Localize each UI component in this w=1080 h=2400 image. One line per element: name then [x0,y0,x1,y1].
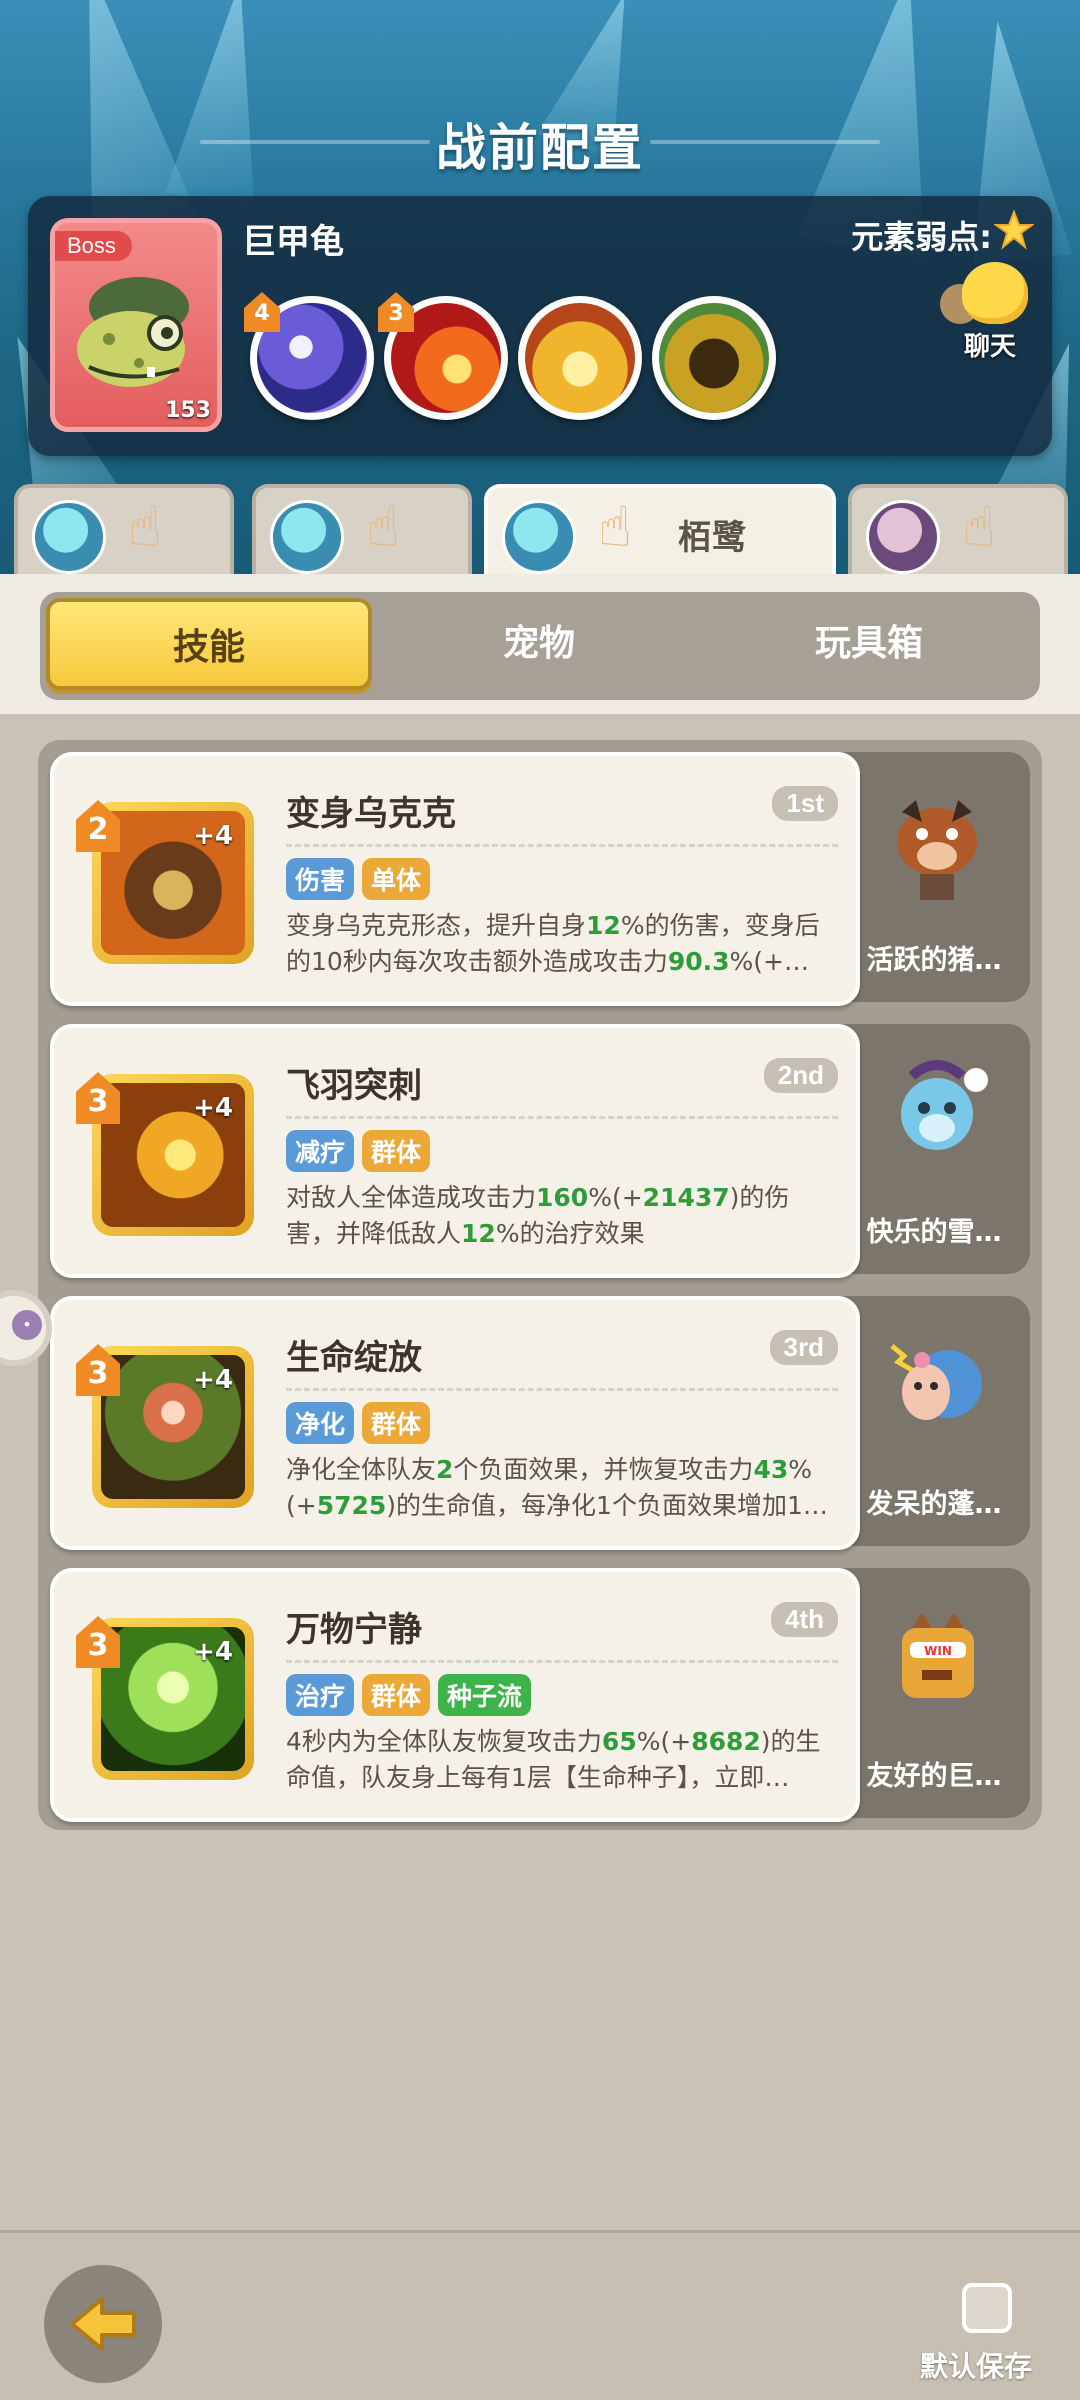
hero-name: 栢鹭 [678,518,746,558]
boss-skill-vortex[interactable]: 4 [244,292,374,420]
hero-avatar [866,500,940,574]
boss-tag: Boss [55,231,132,261]
back-arrow-icon [70,2297,136,2351]
pet-slot-2[interactable]: 快乐的雪… [838,1024,1030,1274]
skill-name: 生命绽放 [286,1338,422,1378]
boss-skill-level: 4 [244,292,280,332]
chat-button[interactable]: 聊天 [930,258,1050,368]
pet-name: 友好的巨… [866,1761,1002,1792]
crown-spike-skill-icon [525,303,635,413]
pet-slot-3[interactable]: 发呆的蓬… [838,1296,1030,1546]
skill-rank: 2nd [763,1058,838,1093]
skill-name: 万物宁静 [286,1610,422,1650]
giant-pet-icon: WIN [902,1612,974,1698]
tranquility-skill-icon: +4 [101,1627,245,1771]
skill-tag: 伤害 [286,858,355,900]
smiley-icon [962,262,1028,324]
skill-tag: 治疗 [286,1674,355,1716]
divider [286,844,838,847]
pet-name: 快乐的雪… [866,1217,1002,1248]
pet-name: 活跃的猪… [866,945,1002,976]
pointing-hand-icon: ☝ [128,495,163,560]
pointing-hand-icon: ☝ [366,495,401,560]
skill-description: 对敌人全体造成攻击力160%(+21437)的伤害，并降低敌人12%的治疗效果 [286,1183,790,1248]
boss-level: 153 [165,398,211,423]
pet-slot-4[interactable]: WIN 友好的巨… [838,1568,1030,1818]
boss-panel: Boss 153 巨甲龟 元素弱点: 4 3 [28,196,1052,456]
skill-card-4[interactable]: +4 3 万物宁静 4th 治疗 群体 种子流 4秒内为全体队友恢复攻击力65%… [50,1568,860,1822]
skill-plus: +4 [193,1093,233,1123]
skill-rank: 1st [772,786,838,821]
hero-avatar [270,500,344,574]
skill-tag: 群体 [362,1674,431,1716]
boss-skill-level: 3 [378,292,414,332]
skill-tag: 净化 [286,1402,355,1444]
skill-plus: +4 [193,1365,233,1395]
owl-transform-skill-icon: +4 [101,811,245,955]
footer-bar: 默认保存 [0,2230,1080,2400]
hero-tab-4[interactable]: ☝ [848,484,1068,574]
skill-description: 变身乌克克形态，提升自身12%的伤害，变身后的10秒内每次攻击额外造成攻击力90… [286,911,820,976]
tab-skills[interactable]: 技能 [46,598,372,690]
skill-card-1[interactable]: +4 2 变身乌克克 1st 伤害 单体 变身乌克克形态，提升自身12%的伤害，… [50,752,860,1006]
hero-tab-3[interactable]: ☝ 栢鹭 [484,484,836,574]
fluffy-pet-icon [890,1344,982,1420]
pet-slot-1[interactable]: 活跃的猪… [838,752,1030,1002]
skill-description: 4秒内为全体队友恢复攻击力65%(+8682)的生命值，队友身上每有1层【生命种… [286,1727,821,1792]
skill-rank: 3rd [769,1330,838,1365]
pointing-hand-icon: ☝ [598,495,633,560]
skill-tags: 净化 群体 [286,1402,431,1444]
chat-label: 聊天 [963,332,1016,362]
boss-skill-crown[interactable] [518,296,642,420]
divider [286,1388,838,1391]
star-icon [994,210,1034,250]
drawer-icon: • [12,1310,42,1340]
boss-skill-fire[interactable]: 3 [378,292,508,420]
weakness-label: 元素弱点: [851,218,992,256]
skill-plus: +4 [193,821,233,851]
default-save-checkbox[interactable] [962,2283,1012,2333]
boss-card[interactable]: Boss 153 [50,218,222,432]
skill-tags: 减疗 群体 [286,1130,431,1172]
skill-tag: 群体 [362,1402,431,1444]
skill-tag: 减疗 [286,1130,355,1172]
snow-pet-icon [901,1060,988,1150]
life-bloom-skill-icon: +4 [101,1355,245,1499]
skill-tag: 种子流 [438,1674,532,1716]
skill-tags: 伤害 单体 [286,858,431,900]
skill-tags: 治疗 群体 种子流 [286,1674,532,1716]
category-tabs: 技能 宠物 玩具箱 [40,592,1040,700]
feather-thrust-skill-icon: +4 [101,1083,245,1227]
skill-rank: 4th [771,1602,838,1637]
pointing-hand-icon: ☝ [962,495,997,560]
skill-tag: 群体 [362,1130,431,1172]
default-save-label: 默认保存 [920,2350,1033,2383]
hero-avatar [502,500,576,574]
dark-beast-skill-icon [659,303,769,413]
tab-toybox[interactable]: 玩具箱 [706,598,1032,690]
pet-name: 发呆的蓬… [866,1489,1002,1520]
skill-tag: 单体 [362,858,431,900]
hero-avatar [32,500,106,574]
skill-plus: +4 [193,1637,233,1667]
tab-pets[interactable]: 宠物 [376,598,702,690]
skill-card-3[interactable]: +4 3 生命绽放 3rd 净化 群体 净化全体队友2个负面效果，并恢复攻击力4… [50,1296,860,1550]
pig-pet-icon [897,800,977,900]
skill-list: 活跃的猪… +4 2 变身乌克克 1st 伤害 单体 变身乌克克形态，提升自身1… [38,740,1042,1830]
divider [286,1660,838,1663]
skill-name: 飞羽突刺 [286,1066,422,1106]
hero-tab-2[interactable]: ☝ [252,484,472,574]
boss-skill-beast[interactable] [652,296,776,420]
back-button[interactable] [44,2265,162,2383]
divider [286,1116,838,1119]
skill-description: 净化全体队友2个负面效果，并恢复攻击力43%(+5725)的生命值，每净化1个负… [286,1455,828,1520]
skill-card-2[interactable]: +4 3 飞羽突刺 2nd 减疗 群体 对敌人全体造成攻击力160%(+2143… [50,1024,860,1278]
hero-tab-1[interactable]: ☝ [14,484,234,574]
turtle-boss-portrait [77,277,189,387]
page-title: 战前配置 [436,119,644,177]
svg-text:WIN: WIN [924,1644,952,1658]
boss-name: 巨甲龟 [242,222,344,262]
skill-name: 变身乌克克 [286,794,456,834]
